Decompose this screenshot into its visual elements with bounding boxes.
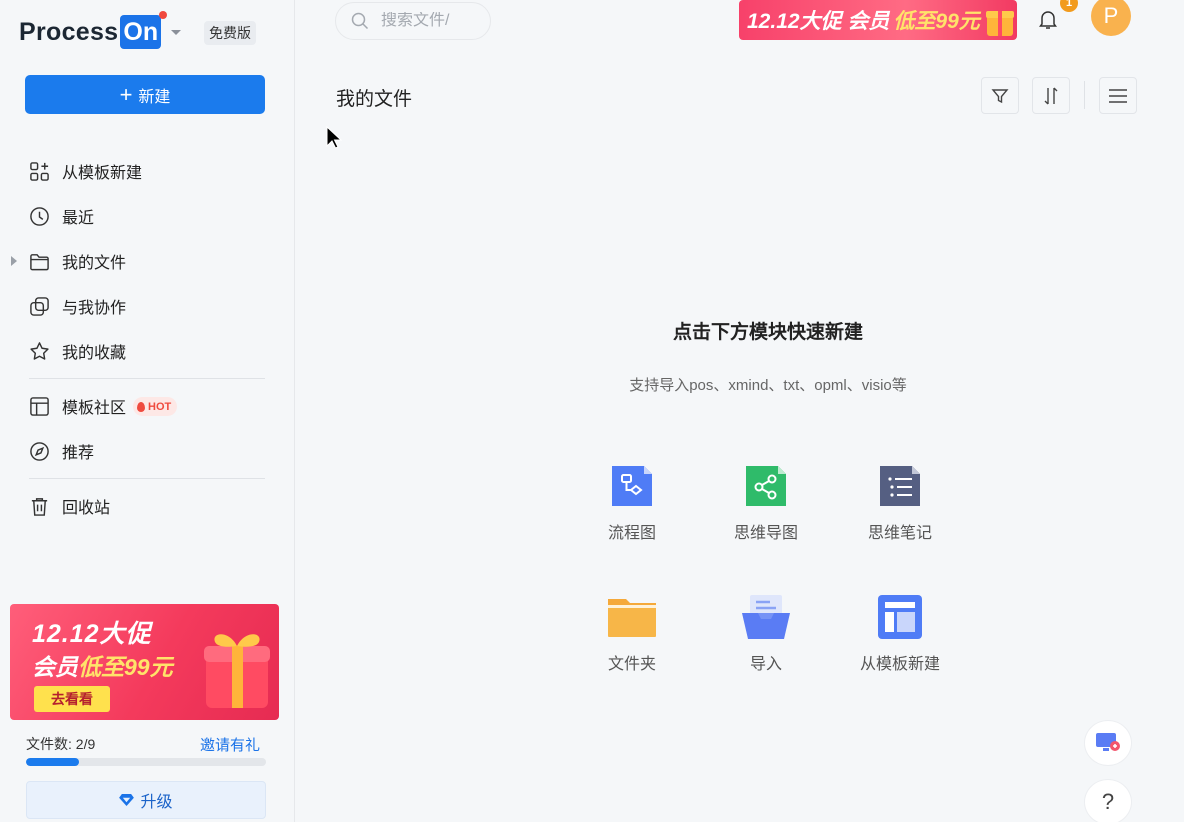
tile-from-template[interactable]: 从模板新建 xyxy=(845,593,955,683)
new-button-label: 新建 xyxy=(138,88,171,106)
sidebar-item-label: 从模板新建 xyxy=(62,165,143,182)
sidebar-item-template-community[interactable]: 模板社区 HOT xyxy=(0,388,295,424)
promo-cta-button[interactable]: 去看看 xyxy=(34,686,110,712)
sidebar-item-favorites[interactable]: 我的收藏 xyxy=(0,333,295,369)
screen-share-button[interactable] xyxy=(1084,720,1132,766)
sidebar-divider xyxy=(29,378,265,379)
tile-label: 思维导图 xyxy=(733,525,798,542)
gift-icon xyxy=(204,634,270,708)
top-banner-highlight: 低至99元 xyxy=(893,10,980,33)
top-banner-text: 12.12大促 会员 xyxy=(747,10,890,33)
tile-label: 导入 xyxy=(749,656,782,673)
sidebar-item-label: 我的文件 xyxy=(62,255,127,272)
hot-badge: HOT xyxy=(133,397,178,416)
plus-icon: + xyxy=(119,81,133,107)
upgrade-button[interactable]: 升级 xyxy=(26,781,266,819)
template-grid-icon xyxy=(30,162,49,181)
upgrade-label: 升级 xyxy=(140,794,173,811)
tile-label: 思维笔记 xyxy=(867,525,932,542)
sidebar: Process On 免费版 + 新建 从模板新建 最近 我的文件 与我协作 我… xyxy=(0,0,295,822)
promo-line-1: 12.12大促 xyxy=(32,620,152,648)
page-title: 我的文件 xyxy=(336,89,413,110)
promo-line-2: 会员低至99元 xyxy=(32,654,173,680)
sidebar-item-label: 最近 xyxy=(62,210,95,227)
sidebar-item-label: 与我协作 xyxy=(62,300,127,317)
collaborate-icon xyxy=(30,297,49,316)
sidebar-item-trash[interactable]: 回收站 xyxy=(0,488,295,524)
toolbar-divider xyxy=(1084,81,1085,109)
star-icon xyxy=(30,342,49,360)
tile-mindmap[interactable]: 思维导图 xyxy=(711,462,821,552)
view-mode-button[interactable] xyxy=(1099,77,1137,114)
filter-icon xyxy=(991,88,1009,103)
plan-badge: 免费版 xyxy=(204,21,256,45)
diamond-icon xyxy=(119,794,135,806)
question-icon: ? xyxy=(1101,789,1115,814)
template-tile-icon xyxy=(878,595,922,639)
new-button[interactable]: + 新建 xyxy=(25,75,265,114)
logo-notification-dot xyxy=(159,11,168,19)
sort-icon xyxy=(1044,87,1058,104)
logo-highlight: On xyxy=(120,11,168,49)
mouse-cursor-icon xyxy=(326,126,342,149)
empty-state-subtitle: 支持导入pos、xmind、txt、opml、visio等 xyxy=(629,377,907,394)
logo-text: Process xyxy=(19,17,119,46)
list-icon xyxy=(1109,88,1127,103)
files-progress-bar xyxy=(26,758,266,766)
flowchart-icon xyxy=(612,466,652,506)
sidebar-item-label: 模板社区 xyxy=(62,400,127,417)
monitor-icon xyxy=(1096,733,1120,751)
sidebar-item-my-files[interactable]: 我的文件 xyxy=(0,243,295,279)
search-icon xyxy=(351,12,369,30)
tile-label: 文件夹 xyxy=(607,656,656,673)
sidebar-item-collaborate[interactable]: 与我协作 xyxy=(0,288,295,324)
layout-icon xyxy=(30,397,49,416)
help-button[interactable]: ? xyxy=(1084,779,1132,822)
sidebar-item-label: 我的收藏 xyxy=(62,345,127,362)
flame-icon xyxy=(137,401,145,412)
tile-label: 流程图 xyxy=(607,525,656,542)
promo-banner[interactable]: 12.12大促 会员低至99元 去看看 xyxy=(10,604,279,720)
tile-mindnote[interactable]: 思维笔记 xyxy=(845,462,955,552)
clock-icon xyxy=(30,207,49,226)
filter-button[interactable] xyxy=(981,77,1019,114)
logo[interactable]: Process On xyxy=(19,11,182,52)
empty-state-title: 点击下方模块快速新建 xyxy=(672,322,863,343)
tile-folder[interactable]: 文件夹 xyxy=(577,593,687,683)
sidebar-item-recent[interactable]: 最近 xyxy=(0,198,295,234)
files-count: 文件数: 2/9 xyxy=(26,736,96,752)
compass-icon xyxy=(30,442,49,461)
sidebar-item-recommend[interactable]: 推荐 xyxy=(0,433,295,469)
mindmap-icon xyxy=(746,466,786,506)
avatar[interactable]: P xyxy=(1091,0,1131,36)
mindnote-icon xyxy=(880,466,920,506)
top-promo-banner[interactable]: 12.12大促 会员 低至99元 xyxy=(739,0,1017,40)
expand-arrow-icon[interactable] xyxy=(11,256,17,266)
folder-tile-icon xyxy=(608,599,656,637)
sidebar-divider xyxy=(29,478,265,479)
sidebar-item-from-template[interactable]: 从模板新建 xyxy=(0,153,295,189)
bell-icon[interactable] xyxy=(1036,7,1060,31)
search-input[interactable] xyxy=(381,12,481,30)
gift-icon xyxy=(986,11,1014,36)
tile-import[interactable]: 导入 xyxy=(711,593,821,683)
tile-flowchart[interactable]: 流程图 xyxy=(577,462,687,552)
import-icon xyxy=(742,595,790,639)
sidebar-item-label: 推荐 xyxy=(62,445,95,462)
folder-icon xyxy=(30,254,49,271)
sort-button[interactable] xyxy=(1032,77,1070,114)
files-progress-fill xyxy=(26,758,80,766)
notification-badge: 1 xyxy=(1060,0,1078,12)
sidebar-item-label: 回收站 xyxy=(62,500,111,517)
search-box[interactable] xyxy=(335,2,491,40)
chevron-down-icon[interactable] xyxy=(171,29,182,35)
invite-link[interactable]: 邀请有礼 xyxy=(200,734,260,755)
tile-label: 从模板新建 xyxy=(859,656,940,673)
trash-icon xyxy=(31,498,48,516)
